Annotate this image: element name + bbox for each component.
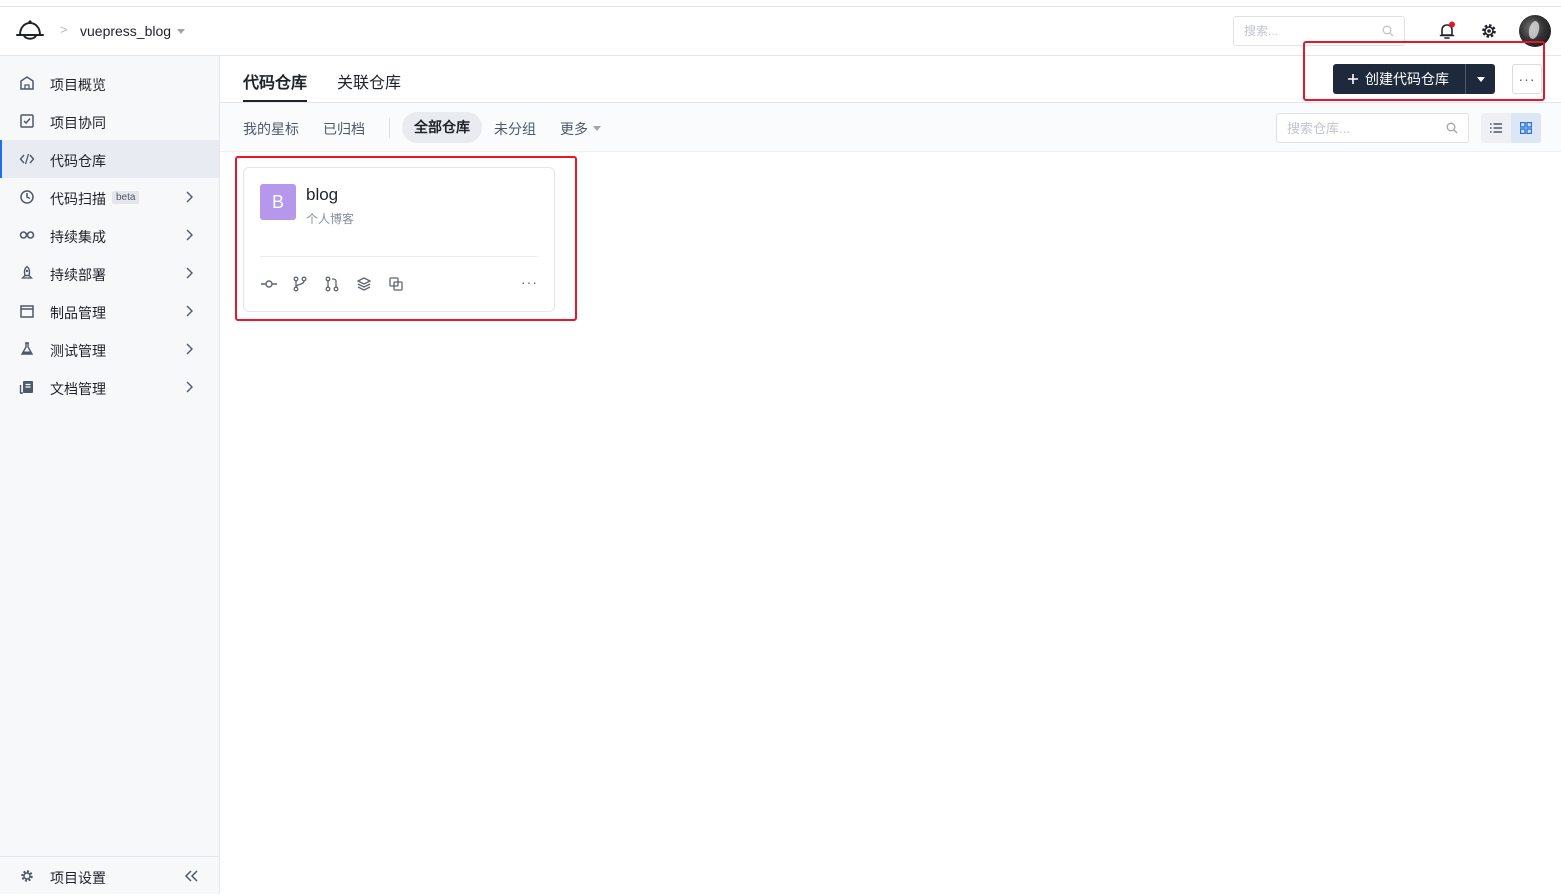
active-tab-indicator (243, 100, 307, 102)
project-switcher[interactable]: vuepress_blog (80, 23, 171, 39)
package-icon (20, 305, 34, 318)
chevron-down-icon[interactable] (177, 29, 185, 34)
list-view-toggle[interactable] (1481, 113, 1511, 143)
sidebar-footer: 项目设置 (0, 856, 219, 894)
home-icon (20, 76, 34, 90)
sidebar-item-label: 文档管理 (50, 381, 106, 397)
grid-view-toggle[interactable] (1511, 113, 1541, 143)
chevron-right-icon (186, 305, 193, 317)
sidebar-item-label: 项目概览 (50, 77, 106, 93)
tab-linked-repos[interactable]: 关联仓库 (337, 69, 401, 93)
logo-icon[interactable] (14, 17, 46, 47)
sidebar-item-testing[interactable]: 测试管理 (0, 330, 219, 368)
filter-archived[interactable]: 已归档 (323, 119, 365, 139)
filter-ungrouped[interactable]: 未分组 (494, 119, 536, 139)
highlight-box-repo-card (235, 156, 577, 321)
code-icon (19, 153, 35, 165)
search-icon (1446, 122, 1458, 134)
sidebar-item-cd[interactable]: 持续部署 (0, 254, 219, 292)
checkbox-icon (20, 114, 34, 128)
sidebar-item-label: 制品管理 (50, 305, 106, 321)
repo-search-input[interactable] (1277, 114, 1437, 142)
gear-icon (21, 870, 33, 882)
sidebar-item-ci[interactable]: 持续集成 (0, 216, 219, 254)
sidebar-item-collaboration[interactable]: 项目协同 (0, 102, 219, 140)
sidebar-item-label: 测试管理 (50, 343, 106, 359)
sidebar-item-overview[interactable]: 项目概览 (0, 64, 219, 102)
document-icon (19, 381, 33, 394)
flask-icon (20, 342, 34, 355)
filter-separator (389, 118, 390, 138)
rocket-icon (20, 265, 34, 279)
beta-badge: beta (112, 191, 140, 204)
repo-search[interactable] (1276, 113, 1469, 143)
sidebar-item-label: 代码扫描 (50, 191, 106, 207)
caret-down-icon (593, 126, 601, 131)
sidebar-item-docs[interactable]: 文档管理 (0, 368, 219, 406)
filter-all-repos[interactable]: 全部仓库 (402, 112, 482, 143)
sidebar-item-label: 项目协同 (50, 115, 106, 131)
infinity-icon (19, 231, 35, 239)
list-icon (1490, 123, 1502, 133)
sidebar-item-artifacts[interactable]: 制品管理 (0, 292, 219, 330)
breadcrumb-separator: > (60, 22, 68, 37)
sidebar-item-code-scan[interactable]: 代码扫描 beta (0, 178, 219, 216)
grid-icon (1520, 122, 1532, 134)
collapse-sidebar-icon[interactable] (184, 869, 200, 883)
filter-bar: 我的星标 已归档 全部仓库 未分组 更多 (220, 103, 1561, 152)
sidebar-settings-label: 项目设置 (50, 870, 106, 886)
chevron-right-icon (186, 191, 193, 203)
scan-icon (20, 190, 34, 204)
sidebar-item-label: 代码仓库 (50, 153, 106, 169)
highlight-box-create-repo (1303, 41, 1545, 101)
filter-starred[interactable]: 我的星标 (243, 119, 299, 139)
sidebar: 项目概览 项目协同 代码仓库 代码扫描 beta 持续集成 持续部署 制品管理 … (0, 56, 220, 894)
filter-more[interactable]: 更多 (560, 119, 601, 139)
search-icon (1382, 25, 1394, 37)
sidebar-item-code-repos[interactable]: 代码仓库 (0, 140, 219, 178)
sidebar-item-label: 持续集成 (50, 229, 106, 245)
chevron-right-icon (186, 267, 193, 279)
chevron-right-icon (186, 343, 193, 355)
tab-code-repos[interactable]: 代码仓库 (243, 69, 307, 93)
filter-more-label: 更多 (560, 121, 588, 137)
chevron-right-icon (186, 381, 193, 393)
chevron-right-icon (186, 229, 193, 241)
sidebar-item-label: 持续部署 (50, 267, 106, 283)
